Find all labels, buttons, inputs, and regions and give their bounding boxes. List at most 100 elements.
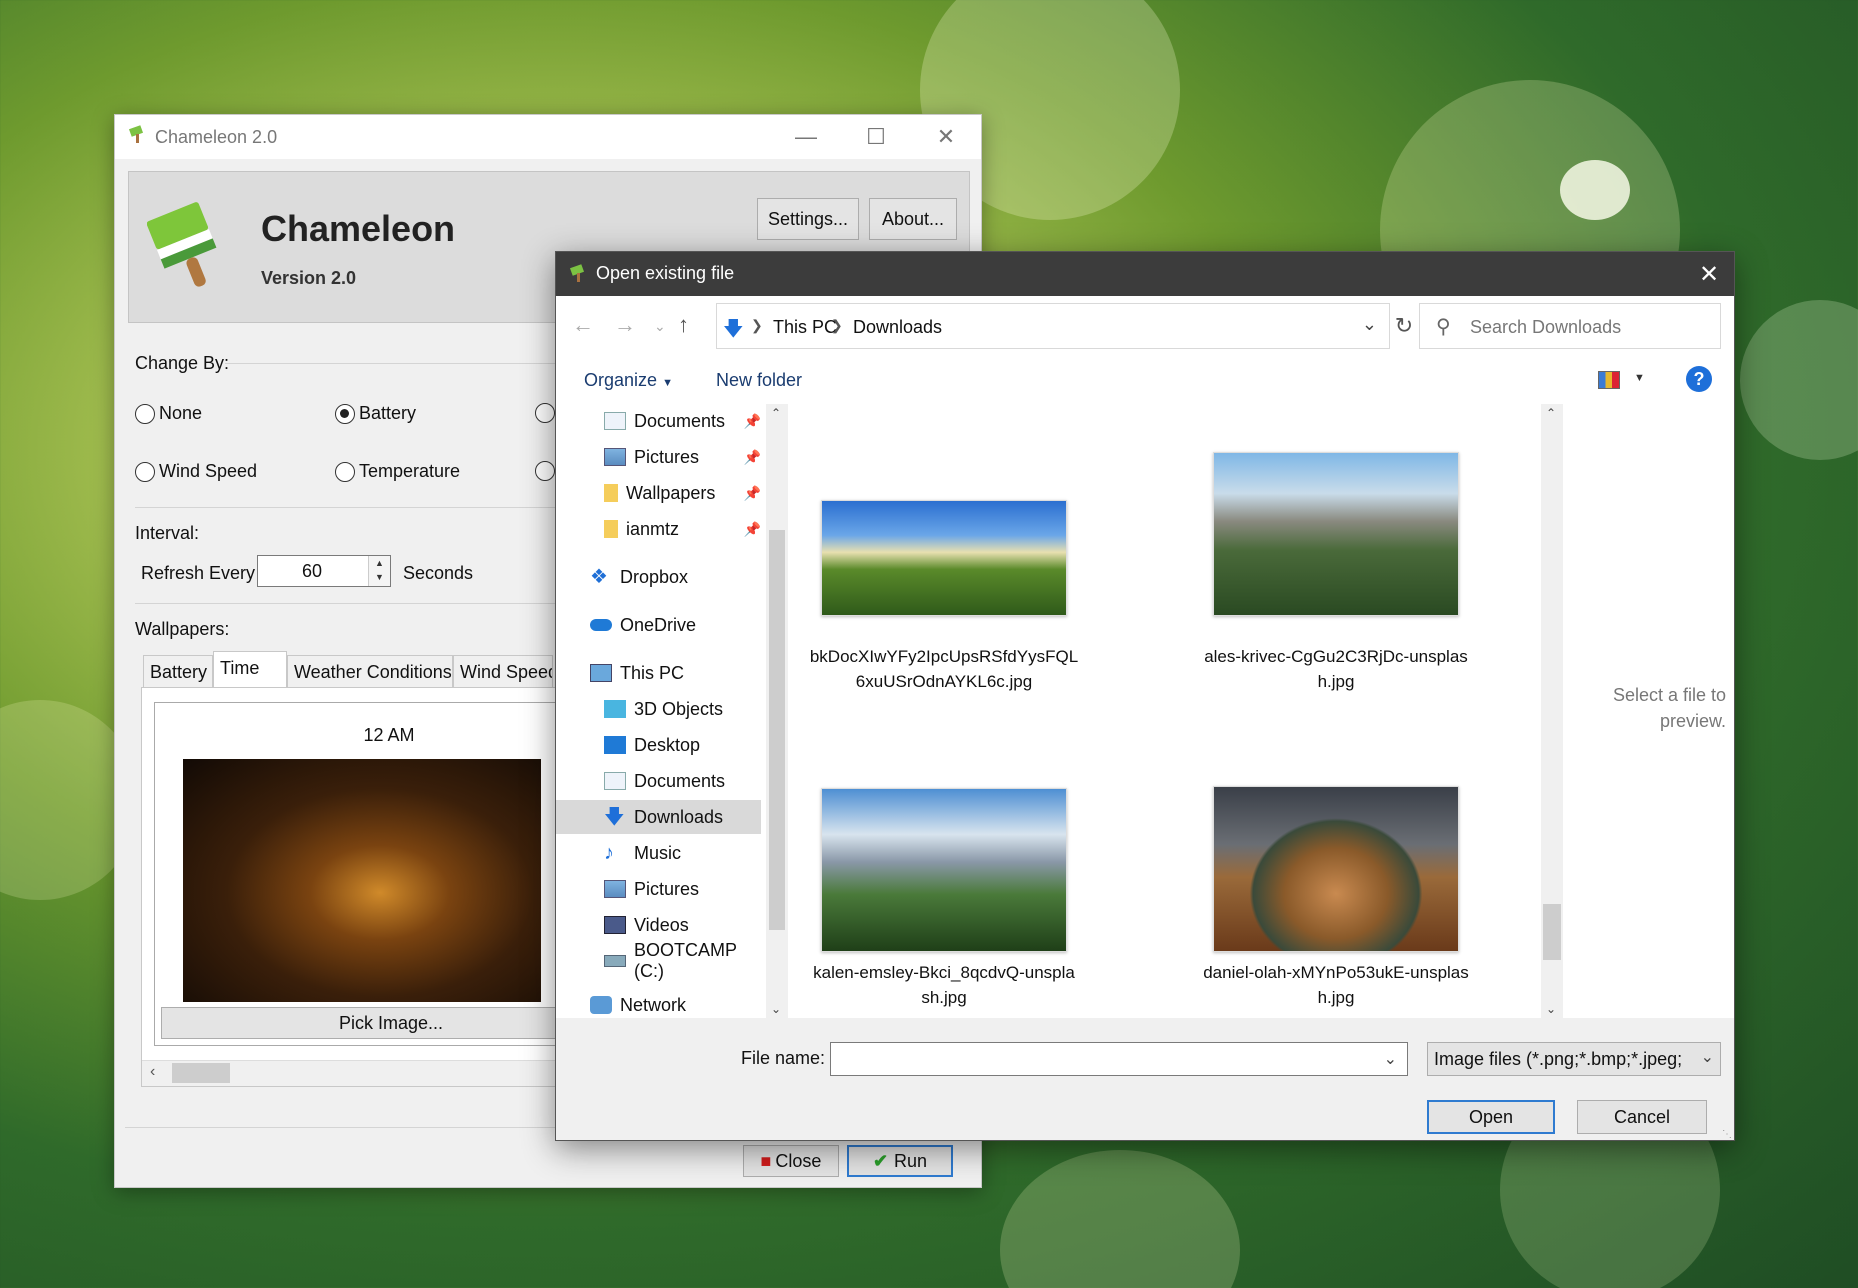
nav-item-downloads[interactable]: 🡇 Downloads bbox=[556, 800, 761, 834]
navigation-scrollbar[interactable]: ⌃ ⌄ bbox=[766, 404, 788, 1018]
file-name[interactable]: bkDocXIwYFy2IpcUpsRSfdYysFQL6xuUSrOdnAYK… bbox=[809, 644, 1079, 694]
pin-icon: 📌 bbox=[743, 448, 761, 465]
nav-item-ianmtz[interactable]: ianmtz 📌 bbox=[556, 512, 761, 546]
file-item[interactable] bbox=[821, 788, 1067, 952]
interval-label: Interval: bbox=[135, 523, 200, 543]
scroll-down-icon[interactable]: ⌄ bbox=[1546, 1002, 1556, 1016]
tab-weather-conditions[interactable]: Weather Conditions bbox=[287, 655, 453, 687]
chevron-down-icon[interactable]: ⌄ bbox=[1384, 1049, 1397, 1069]
scroll-thumb[interactable] bbox=[1543, 904, 1561, 960]
nav-item-pictures-pinned[interactable]: Pictures 📌 bbox=[556, 440, 761, 474]
new-folder-button[interactable]: New folder bbox=[716, 370, 802, 391]
chevron-down-icon[interactable]: ⌄ bbox=[1362, 314, 1377, 335]
file-item[interactable] bbox=[821, 500, 1067, 616]
file-thumbnail[interactable] bbox=[821, 500, 1067, 616]
scroll-thumb[interactable] bbox=[769, 530, 785, 930]
nav-item-music[interactable]: ♪ Music bbox=[556, 836, 761, 870]
radio-wind-speed[interactable]: Wind Speed bbox=[135, 461, 257, 482]
search-input[interactable]: ⚲ Search Downloads bbox=[1419, 303, 1721, 349]
documents-icon bbox=[604, 412, 626, 430]
file-list-scrollbar[interactable]: ⌃ ⌄ bbox=[1541, 404, 1563, 1018]
help-icon[interactable]: ? bbox=[1686, 366, 1712, 392]
dropdown-arrow-icon[interactable]: ▼ bbox=[1634, 372, 1645, 384]
settings-button[interactable]: Settings... bbox=[757, 198, 859, 240]
nav-item-wallpapers[interactable]: Wallpapers 📌 bbox=[556, 476, 761, 510]
nav-item-desktop[interactable]: Desktop bbox=[556, 728, 761, 762]
checkmark-icon: ✔ bbox=[872, 1150, 889, 1171]
app-brush-icon bbox=[127, 125, 147, 145]
refresh-interval-stepper[interactable]: 60 ▲ ▼ bbox=[257, 555, 391, 587]
chevron-down-icon: ⌄ bbox=[1694, 1047, 1714, 1067]
refresh-icon[interactable]: ↻ bbox=[1392, 303, 1416, 349]
app-brush-icon bbox=[568, 264, 588, 284]
stepper-arrows-icon[interactable]: ▲ ▼ bbox=[368, 556, 390, 586]
dropbox-icon: ❖ bbox=[590, 566, 608, 588]
nav-item-this-pc[interactable]: This PC bbox=[556, 656, 761, 690]
file-thumbnail[interactable] bbox=[1213, 786, 1459, 952]
refresh-every-label: Refresh Every bbox=[141, 563, 256, 583]
nav-item-3d-objects[interactable]: 3D Objects bbox=[556, 692, 761, 726]
run-button[interactable]: ✔ Run bbox=[847, 1145, 953, 1177]
maximize-icon[interactable]: ☐ bbox=[841, 115, 911, 159]
dialog-title-bar[interactable]: Open existing file ✕ bbox=[556, 252, 1734, 296]
minimize-icon[interactable]: — bbox=[771, 115, 841, 159]
file-item[interactable] bbox=[1213, 786, 1459, 952]
title-bar[interactable]: Chameleon 2.0 — ☐ ✕ bbox=[115, 115, 981, 159]
about-button[interactable]: About... bbox=[869, 198, 957, 240]
tab-wind-speed[interactable]: Wind Speed bbox=[453, 655, 553, 687]
scroll-down-icon[interactable]: ⌄ bbox=[771, 1002, 781, 1016]
open-button[interactable]: Open bbox=[1427, 1100, 1555, 1134]
tab-battery[interactable]: Battery bbox=[143, 655, 213, 687]
nav-item-bootcamp[interactable]: BOOTCAMP (C:) bbox=[556, 940, 761, 981]
cancel-button[interactable]: Cancel bbox=[1577, 1100, 1707, 1134]
computer-icon bbox=[590, 664, 612, 682]
recent-locations-chevron-icon[interactable]: ⌄ bbox=[654, 318, 666, 335]
file-name[interactable]: daniel-olah-xMYnPo53ukE-unsplash.jpg bbox=[1201, 960, 1471, 1010]
tab-time[interactable]: Time bbox=[213, 651, 287, 689]
resize-grip-icon[interactable]: ⋱ bbox=[1722, 1129, 1732, 1140]
search-icon: ⚲ bbox=[1436, 316, 1451, 338]
organize-menu[interactable]: Organize ▼ bbox=[584, 370, 673, 391]
chameleon-logo-icon bbox=[146, 198, 229, 290]
nav-item-videos[interactable]: Videos bbox=[556, 908, 761, 942]
file-thumbnail[interactable] bbox=[1213, 452, 1459, 616]
nav-item-pictures[interactable]: Pictures bbox=[556, 872, 761, 906]
nav-item-documents-pinned[interactable]: Documents 📌 bbox=[556, 404, 761, 438]
close-icon[interactable]: ✕ bbox=[911, 115, 981, 159]
back-arrow-icon[interactable]: ← bbox=[572, 312, 594, 338]
address-bar[interactable]: 🡇 ❯ This PC ❯ Downloads ⌄ bbox=[716, 303, 1390, 349]
dialog-title: Open existing file bbox=[596, 263, 735, 283]
close-button[interactable]: ■ Close bbox=[743, 1145, 839, 1177]
up-arrow-icon[interactable]: ↑ bbox=[678, 312, 689, 338]
view-options-icon[interactable] bbox=[1598, 371, 1620, 389]
pictures-icon bbox=[604, 448, 626, 466]
radio-battery[interactable]: Battery bbox=[335, 403, 416, 424]
forward-arrow-icon[interactable]: → bbox=[614, 312, 636, 338]
breadcrumb-this-pc[interactable]: This PC bbox=[773, 317, 837, 338]
file-name[interactable]: kalen-emsley-Bkci_8qcdvQ-unsplash.jpg bbox=[809, 960, 1079, 1010]
radio-none[interactable]: None bbox=[135, 403, 202, 424]
file-thumbnail[interactable] bbox=[821, 788, 1067, 952]
file-name[interactable]: ales-krivec-CgGu2C3RjDc-unsplash.jpg bbox=[1201, 644, 1471, 694]
scroll-up-icon[interactable]: ⌃ bbox=[771, 406, 781, 420]
file-type-select[interactable]: Image files (*.png;*.bmp;*.jpeg; ⌄ bbox=[1427, 1042, 1721, 1076]
nav-item-dropbox[interactable]: ❖ Dropbox bbox=[556, 560, 761, 594]
change-by-label: Change By: bbox=[135, 353, 230, 373]
scroll-thumb[interactable] bbox=[172, 1063, 230, 1083]
nav-item-network[interactable]: Network bbox=[556, 992, 761, 1018]
refresh-value[interactable]: 60 bbox=[258, 561, 366, 582]
file-name-label: File name: bbox=[741, 1048, 826, 1068]
scroll-left-icon[interactable]: ‹ bbox=[150, 1063, 155, 1081]
seconds-label: Seconds bbox=[403, 563, 474, 583]
chevron-right-icon: ❯ bbox=[831, 317, 843, 333]
scroll-up-icon[interactable]: ⌃ bbox=[1546, 406, 1556, 420]
radio-circle-icon bbox=[535, 403, 555, 423]
breadcrumb-downloads[interactable]: Downloads bbox=[853, 317, 942, 338]
pick-image-button[interactable]: Pick Image... bbox=[161, 1007, 621, 1039]
close-icon[interactable]: ✕ bbox=[1684, 252, 1734, 296]
file-item[interactable] bbox=[1213, 452, 1459, 616]
radio-temperature[interactable]: Temperature bbox=[335, 461, 460, 482]
nav-item-onedrive[interactable]: OneDrive bbox=[556, 608, 761, 642]
nav-item-documents[interactable]: Documents bbox=[556, 764, 761, 798]
file-name-input[interactable]: ⌄ bbox=[830, 1042, 1408, 1076]
